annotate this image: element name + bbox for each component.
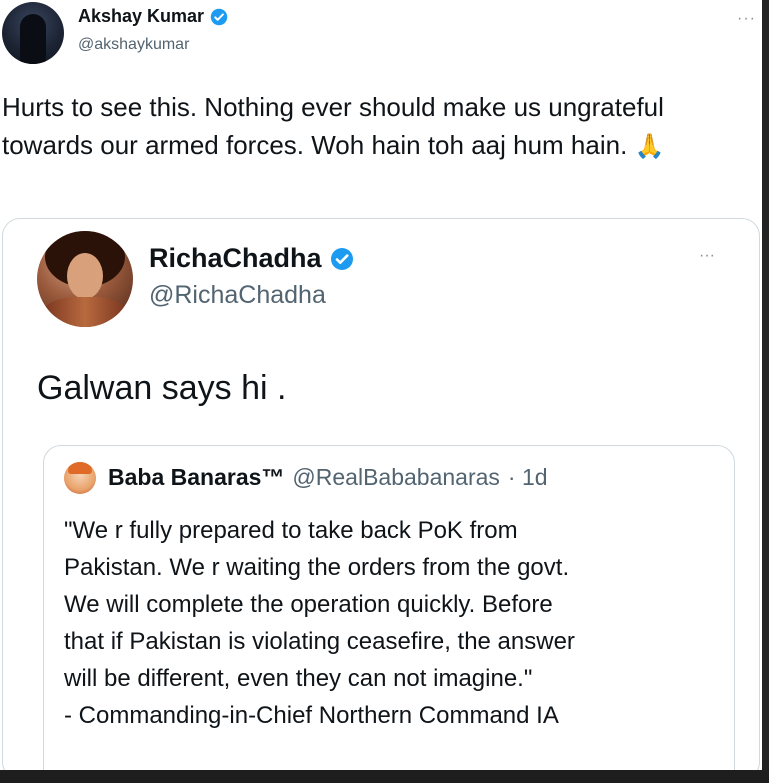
nested-text-line: will be different, even they can not ima…: [64, 665, 533, 692]
avatar-turban: [68, 462, 92, 474]
nested-header: Baba Banaras™ @RealBababanaras · 1d: [108, 464, 548, 491]
tweet-card[interactable]: Akshay Kumar @akshaykumar ··· Hurts to s…: [0, 0, 762, 770]
author-name-row[interactable]: Akshay Kumar: [78, 6, 228, 27]
quoted-avatar[interactable]: [37, 231, 133, 327]
author-name[interactable]: Akshay Kumar: [78, 6, 204, 27]
nested-text-line: that if Pakistan is violating ceasefire,…: [64, 628, 575, 655]
author-handle[interactable]: @akshaykumar: [78, 36, 189, 54]
nested-author-name[interactable]: Baba Banaras™: [108, 464, 284, 491]
tweet-body: Hurts to see this. Nothing ever should m…: [2, 92, 664, 160]
nested-text-line: - Commanding-in-Chief Northern Command I…: [64, 702, 559, 729]
more-options-icon[interactable]: ···: [737, 10, 756, 28]
avatar-face: [67, 253, 103, 299]
nested-author-handle[interactable]: @RealBababanaras: [292, 464, 499, 491]
nested-text-line: We will complete the operation quickly. …: [64, 591, 553, 618]
verified-badge-icon: [210, 8, 228, 25]
folded-hands-emoji: 🙏: [634, 133, 665, 160]
avatar-figure: [20, 14, 46, 64]
nested-timestamp[interactable]: · 1d: [508, 464, 548, 491]
verified-badge-icon: [330, 247, 353, 270]
quoted-author-name-row[interactable]: RichaChadha: [149, 243, 354, 274]
tweet-text: Hurts to see this. Nothing ever should m…: [2, 88, 754, 166]
nested-text-line: "We r fully prepared to take back PoK fr…: [64, 517, 518, 544]
nested-text-line: Pakistan. We r waiting the orders from t…: [64, 554, 570, 581]
nested-avatar[interactable]: [64, 462, 96, 494]
frame-edge-right: [762, 0, 769, 783]
nested-tweet-text: "We r fully prepared to take back PoK fr…: [64, 512, 724, 734]
nested-quoted-tweet[interactable]: Baba Banaras™ @RealBababanaras · 1d "We …: [43, 445, 735, 770]
quoted-tweet-text: Galwan says hi .: [37, 369, 287, 407]
avatar-dress: [43, 297, 127, 327]
avatar[interactable]: [2, 2, 64, 64]
frame-edge-bottom: [0, 770, 769, 783]
quoted-author-name[interactable]: RichaChadha: [149, 243, 322, 274]
quoted-author-handle[interactable]: @RichaChadha: [149, 281, 326, 310]
quoted-tweet[interactable]: RichaChadha @RichaChadha ··· Galwan says…: [2, 218, 760, 770]
quoted-more-options-icon[interactable]: ···: [699, 247, 715, 265]
